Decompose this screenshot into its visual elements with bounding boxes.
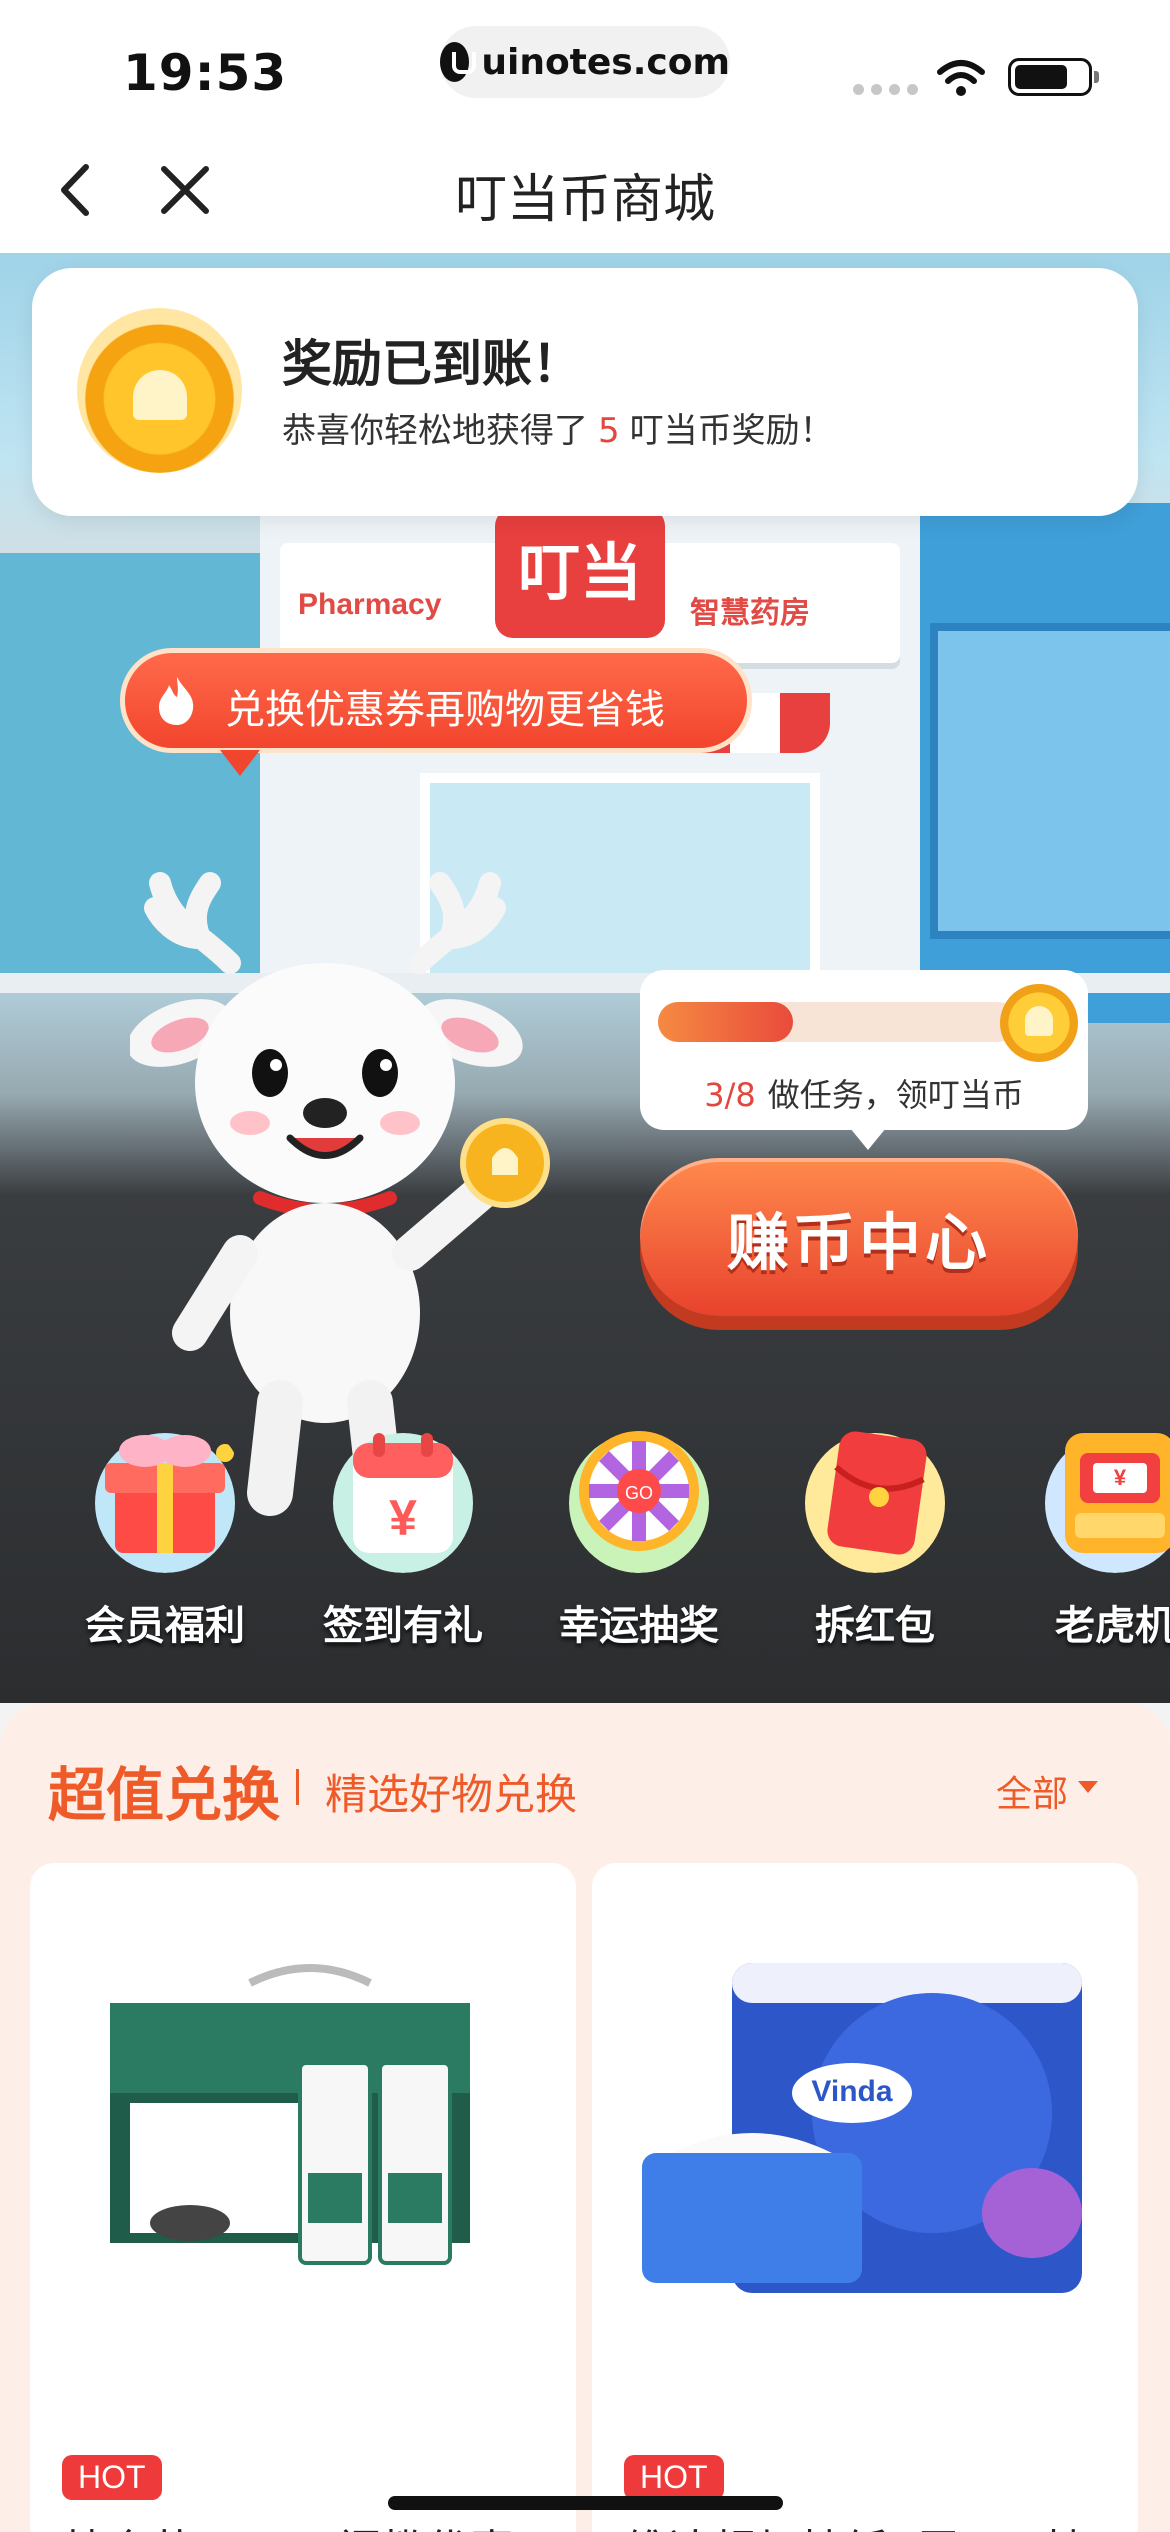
site-icon bbox=[440, 42, 477, 82]
task-progress-bar bbox=[658, 1002, 1018, 1042]
shortcut-check-in[interactable]: ¥ 签到有礼 bbox=[298, 1393, 508, 1653]
task-progress-fill bbox=[658, 1002, 793, 1042]
promo-tip-text: 兑换优惠券再购物更省钱 bbox=[225, 687, 665, 733]
signal-icon bbox=[853, 84, 918, 95]
task-progress-text: 3/8 做任务，领叮当币 bbox=[640, 1070, 1088, 1116]
url-bar[interactable]: uinotes.com bbox=[440, 26, 730, 98]
shortcut-label: 签到有礼 bbox=[323, 1603, 483, 1649]
shortcut-red-envelope[interactable]: 拆红包 bbox=[770, 1393, 980, 1653]
shortcut-slot-machine[interactable]: ¥ 老虎机 bbox=[1010, 1393, 1170, 1653]
store-sign-right: 智慧药房 bbox=[690, 596, 810, 631]
hot-badge: HOT bbox=[62, 2455, 162, 2500]
red-envelope-icon bbox=[805, 1431, 945, 1573]
exchange-subtitle: 精选好物兑换 bbox=[325, 1770, 578, 1819]
reward-desc-suffix: 叮当币奖励！ bbox=[629, 411, 834, 451]
reward-desc-prefix: 恭喜你轻松地获得了 bbox=[282, 411, 588, 451]
coin-bell-icon bbox=[77, 308, 242, 473]
shortcut-label: 老虎机 bbox=[1055, 1603, 1170, 1649]
reward-description: 恭喜你轻松地获得了 5 叮当币奖励！ bbox=[282, 403, 834, 452]
shortcut-member-benefits[interactable]: 会员福利 bbox=[60, 1393, 270, 1653]
divider bbox=[296, 1769, 299, 1805]
product-card[interactable]: Vinda HOT 维达超韧抽纸3层130抽 bbox=[592, 1863, 1138, 2532]
caret-down-icon[interactable] bbox=[1078, 1781, 1098, 1793]
svg-text:Vinda: Vinda bbox=[811, 2075, 892, 2108]
wifi-icon bbox=[937, 60, 985, 96]
hot-badge: HOT bbox=[624, 2455, 724, 2500]
home-indicator[interactable] bbox=[388, 2496, 783, 2510]
calendar-icon: ¥ bbox=[333, 1433, 473, 1573]
shortcut-label: 会员福利 bbox=[85, 1603, 245, 1649]
status-bar: 19:53 uinotes.com bbox=[0, 0, 1170, 135]
svg-text:GO: GO bbox=[625, 1483, 653, 1503]
product-name: 特仑苏25元无门槛优惠 bbox=[62, 2515, 514, 2532]
store-logo: 叮当 bbox=[495, 508, 665, 638]
nav-bar: 叮当币商城 bbox=[0, 135, 1170, 253]
earn-center-label: 赚币中心 bbox=[726, 1206, 991, 1279]
lucky-wheel-icon: GO bbox=[569, 1431, 709, 1573]
task-progress-label: 做任务，领叮当币 bbox=[767, 1076, 1024, 1114]
store-building bbox=[900, 503, 1170, 1023]
coin-icon bbox=[1000, 984, 1078, 1062]
exchange-title: 超值兑换 bbox=[48, 1761, 281, 1829]
product-card[interactable]: HOT 特仑苏25元无门槛优惠 bbox=[30, 1863, 576, 2532]
gift-box-icon bbox=[95, 1433, 235, 1573]
url-text: uinotes.com bbox=[481, 41, 730, 83]
svg-text:¥: ¥ bbox=[389, 1490, 417, 1546]
shortcut-row: 会员福利 ¥ 签到有礼 GO 幸运抽奖 拆红包 ¥ 老虎机 bbox=[0, 1393, 1170, 1653]
reward-amount: 5 bbox=[598, 411, 620, 451]
earn-center-button[interactable]: 赚币中心 bbox=[640, 1158, 1078, 1316]
reward-title: 奖励已到账！ bbox=[282, 335, 582, 393]
tissue-pack-image: Vinda bbox=[642, 1963, 1082, 2293]
promo-tip-bubble: 兑换优惠券再购物更省钱 bbox=[120, 648, 752, 776]
slot-machine-icon: ¥ bbox=[1045, 1433, 1170, 1573]
task-progress-card[interactable]: 3/8 做任务，领叮当币 bbox=[640, 970, 1088, 1150]
status-time: 19:53 bbox=[123, 44, 288, 102]
milk-box-image bbox=[110, 1964, 470, 2265]
filter-all-button[interactable]: 全部 bbox=[996, 1765, 1068, 1817]
shortcut-label: 拆红包 bbox=[815, 1603, 935, 1649]
flame-icon bbox=[159, 677, 194, 725]
shortcut-label: 幸运抽奖 bbox=[559, 1603, 719, 1649]
shortcut-lucky-draw[interactable]: GO 幸运抽奖 bbox=[534, 1393, 744, 1653]
exchange-section: 超值兑换 精选好物兑换 全部 HOT 特仑苏25元无门槛优惠 bbox=[0, 1703, 1170, 2532]
task-progress-count: 3/8 bbox=[704, 1076, 756, 1114]
svg-text:¥: ¥ bbox=[1114, 1465, 1127, 1490]
battery-icon bbox=[1008, 58, 1099, 96]
reward-toast: 奖励已到账！ 恭喜你轻松地获得了 5 叮当币奖励！ bbox=[32, 268, 1138, 516]
page-title: 叮当币商城 bbox=[454, 170, 715, 230]
store-sign-left: Pharmacy bbox=[298, 588, 442, 621]
product-name: 维达超韧抽纸3层130抽 bbox=[624, 2515, 1088, 2532]
